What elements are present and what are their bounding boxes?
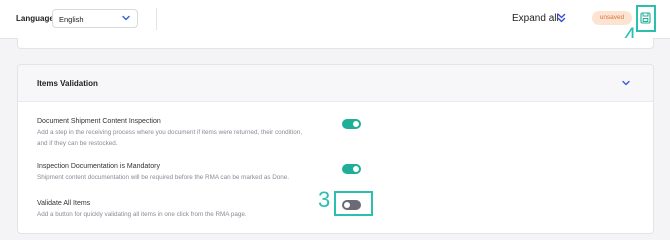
toolbar-divider (156, 8, 157, 30)
toggle-knob (353, 166, 359, 172)
setting-description: Add a step in the receiving process wher… (37, 128, 327, 149)
setting-title: Validate All Items (37, 200, 91, 207)
top-toolbar: Language English Expand all unsaved (0, 0, 670, 39)
section-title: Items Validation (37, 79, 98, 88)
setting-title: Inspection Documentation is Mandatory (37, 163, 160, 170)
setting-description: Shipment content documentation will be r… (37, 173, 327, 184)
chevron-down-icon (122, 15, 130, 21)
setting-description-line: Add a button for quickly validating all … (37, 211, 247, 218)
setting-description-line: Shipment content documentation will be r… (37, 174, 290, 181)
highlight-box-save (636, 5, 656, 32)
highlight-box-toggle (334, 191, 373, 216)
language-select[interactable]: English (52, 9, 138, 28)
toggle-knob (353, 121, 359, 127)
language-select-value: English (59, 15, 84, 24)
callout-number-3: 3 (318, 187, 331, 212)
setting-title: Document Shipment Content Inspection (37, 118, 161, 125)
previous-section-card (17, 38, 654, 49)
expand-all-button[interactable]: Expand all (512, 13, 559, 24)
section-header[interactable]: Items Validation (18, 65, 653, 102)
chevron-down-icon[interactable] (621, 78, 631, 88)
inspection-mandatory-toggle[interactable] (342, 164, 361, 174)
setting-description: Add a button for quickly validating all … (37, 210, 327, 221)
language-label: Language (16, 14, 54, 23)
document-inspection-toggle[interactable] (342, 119, 361, 129)
setting-description-line: and if they can be restocked. (37, 139, 118, 147)
setting-description-line: Add a step in the receiving process wher… (37, 129, 302, 136)
double-chevron-down-icon[interactable] (557, 13, 566, 24)
